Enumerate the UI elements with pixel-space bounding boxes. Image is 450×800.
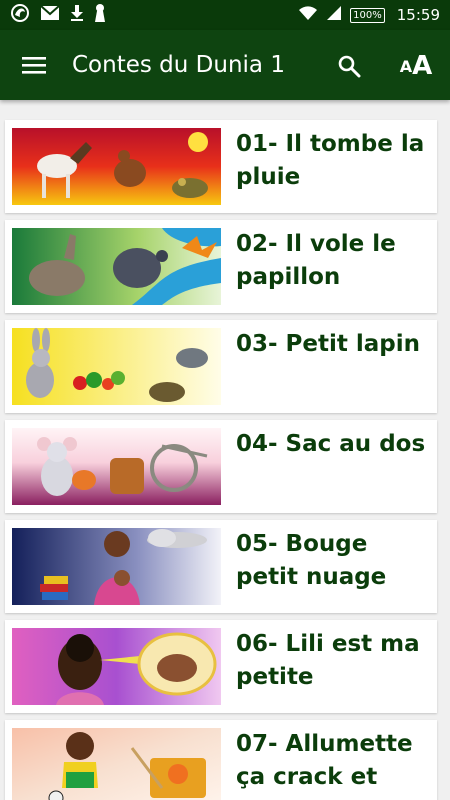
gmail-icon xyxy=(40,4,60,26)
butterfly-animals-illustration xyxy=(12,228,221,305)
boy-matches-illustration xyxy=(12,728,221,800)
story-title: 04- Sac au dos xyxy=(236,431,426,457)
clock: 15:59 xyxy=(396,6,440,24)
signal-icon xyxy=(326,5,342,26)
story-title: 05- Bouge petit nuage xyxy=(236,531,387,590)
story-thumbnail xyxy=(12,728,221,800)
story-card[interactable]: 05- Bouge petit nuage xyxy=(5,520,437,613)
font-size-big-letter: A xyxy=(412,51,433,81)
story-thumbnail xyxy=(12,428,221,505)
story-card[interactable]: 04- Sac au dos xyxy=(5,420,437,513)
font-size-small-letter: A xyxy=(399,56,413,76)
system-icons: 100% 15:59 xyxy=(298,5,440,25)
app-bar: Contes du Dunia 1 AA xyxy=(0,30,450,100)
menu-button[interactable] xyxy=(16,49,52,81)
story-title: 03- Petit lapin xyxy=(236,331,421,357)
story-thumbnail xyxy=(12,528,221,605)
story-card[interactable]: 02- Il vole le papillon xyxy=(5,220,437,313)
cloud-mother-illustration xyxy=(12,528,221,605)
story-list[interactable]: 01- Il tombe la pluie 02- Il vole le pap… xyxy=(0,100,450,800)
search-icon xyxy=(338,55,361,78)
mouse-backpack-illustration xyxy=(12,428,221,505)
story-thumbnail xyxy=(12,228,221,305)
download-icon xyxy=(70,4,84,27)
story-card[interactable]: 07- Allumette ça crack et xyxy=(5,720,437,800)
search-button[interactable] xyxy=(332,49,366,83)
story-title: 07- Allumette ça crack et xyxy=(236,731,413,790)
rain-animals-illustration xyxy=(12,128,221,205)
rabbit-vegetables-illustration xyxy=(12,328,221,405)
notification-icons xyxy=(10,3,106,28)
story-card[interactable]: 06- Lili est ma petite xyxy=(5,620,437,713)
app-icon xyxy=(10,3,30,28)
hamburger-icon xyxy=(22,57,46,74)
battery-icon: 100% xyxy=(350,7,385,23)
story-title: 01- Il tombe la pluie xyxy=(236,131,425,190)
font-size-button[interactable]: AA xyxy=(396,49,436,83)
story-title: 06- Lili est ma petite xyxy=(236,631,420,690)
status-bar: 100% 15:59 xyxy=(0,0,450,30)
story-title: 02- Il vole le papillon xyxy=(236,231,396,290)
girl-baby-illustration xyxy=(12,628,221,705)
app-title: Contes du Dunia 1 xyxy=(72,52,285,78)
story-card[interactable]: 03- Petit lapin xyxy=(5,320,437,413)
story-thumbnail xyxy=(12,128,221,205)
story-card[interactable]: 01- Il tombe la pluie xyxy=(5,120,437,213)
keyhole-icon xyxy=(94,3,106,28)
story-thumbnail xyxy=(12,328,221,405)
story-thumbnail xyxy=(12,628,221,705)
wifi-icon xyxy=(298,5,318,26)
